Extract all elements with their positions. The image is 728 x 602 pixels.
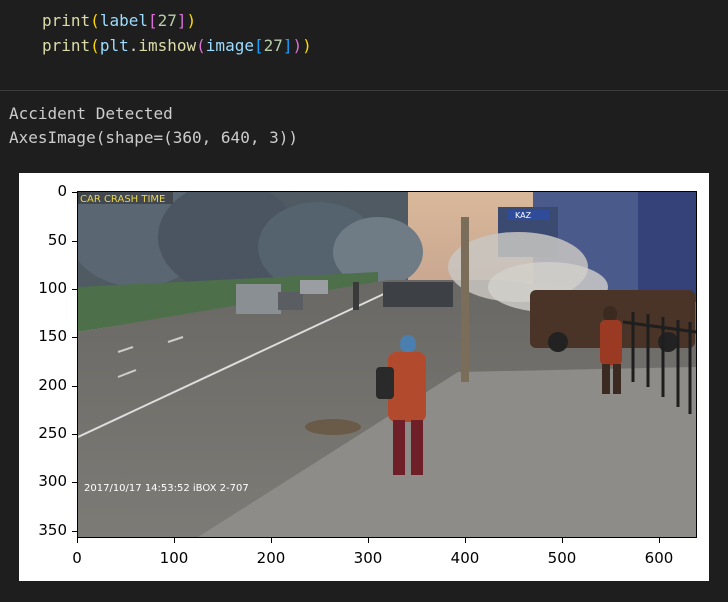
- x-tick-mark: [465, 538, 466, 543]
- x-tick-mark: [174, 538, 175, 543]
- y-tick-label: 300: [38, 472, 67, 490]
- bracket: [: [253, 36, 264, 55]
- x-tick-mark: [271, 538, 272, 543]
- store-sign-text: KAZ: [515, 211, 532, 220]
- output-line-1: Accident Detected: [9, 104, 173, 123]
- y-tick-label: 150: [38, 327, 67, 345]
- x-tick-label: 300: [353, 549, 383, 567]
- output-line-2: AxesImage(shape=(360, 640, 3)): [9, 128, 298, 147]
- x-tick-mark: [368, 538, 369, 543]
- video-timestamp: 2017/10/17 14:53:52 iBOX 2-707: [84, 483, 249, 494]
- bracket: [: [147, 11, 158, 30]
- index-number: 27: [157, 11, 177, 30]
- cell-divider: [0, 90, 728, 91]
- imshow-fn: imshow: [138, 36, 197, 55]
- paren: ): [186, 11, 197, 30]
- paren: (: [90, 11, 100, 30]
- x-tick-mark: [562, 538, 563, 543]
- y-tick-label: 50: [47, 231, 67, 249]
- label-var: label: [99, 11, 148, 30]
- x-tick-mark: [77, 538, 78, 543]
- image-var: image: [205, 36, 254, 55]
- paren: (: [90, 36, 100, 55]
- paren: ): [302, 36, 312, 55]
- paren: ): [292, 36, 303, 55]
- print-fn: print: [42, 36, 91, 55]
- dot: .: [128, 36, 139, 55]
- y-tick-label: 0: [57, 182, 67, 200]
- paren: (: [196, 36, 206, 55]
- plt-var: plt: [99, 36, 129, 55]
- code-line-2: print(plt.imshow(image[27])): [42, 36, 312, 56]
- code-line-1: print(label[27]): [42, 11, 196, 31]
- y-tick-label: 100: [38, 279, 67, 297]
- y-tick-label: 350: [38, 521, 67, 539]
- index-number: 27: [263, 36, 283, 55]
- image-axes: KAZ CAR CRASH TIME 2017/10/17 14:53:52 i…: [77, 191, 697, 538]
- y-tick-label: 250: [38, 424, 67, 442]
- x-tick-label: 100: [159, 549, 189, 567]
- x-tick-label: 200: [256, 549, 286, 567]
- street-scene-image: KAZ CAR CRASH TIME 2017/10/17 14:53:52 i…: [78, 192, 696, 537]
- bracket: ]: [282, 36, 293, 55]
- y-tick-label: 200: [38, 376, 67, 394]
- x-tick-label: 600: [644, 549, 674, 567]
- x-tick-mark: [659, 538, 660, 543]
- x-tick-label: 500: [547, 549, 577, 567]
- x-tick-label: 0: [72, 549, 82, 567]
- code-cell[interactable]: print(label[27]) print(plt.imshow(image[…: [0, 0, 728, 90]
- x-tick-label: 400: [450, 549, 480, 567]
- video-caption: CAR CRASH TIME: [80, 194, 165, 205]
- bracket: ]: [176, 11, 187, 30]
- print-fn: print: [42, 11, 91, 30]
- plot-figure: 0 50 100 150 200 250 300 350 0 100 200 3…: [19, 173, 709, 581]
